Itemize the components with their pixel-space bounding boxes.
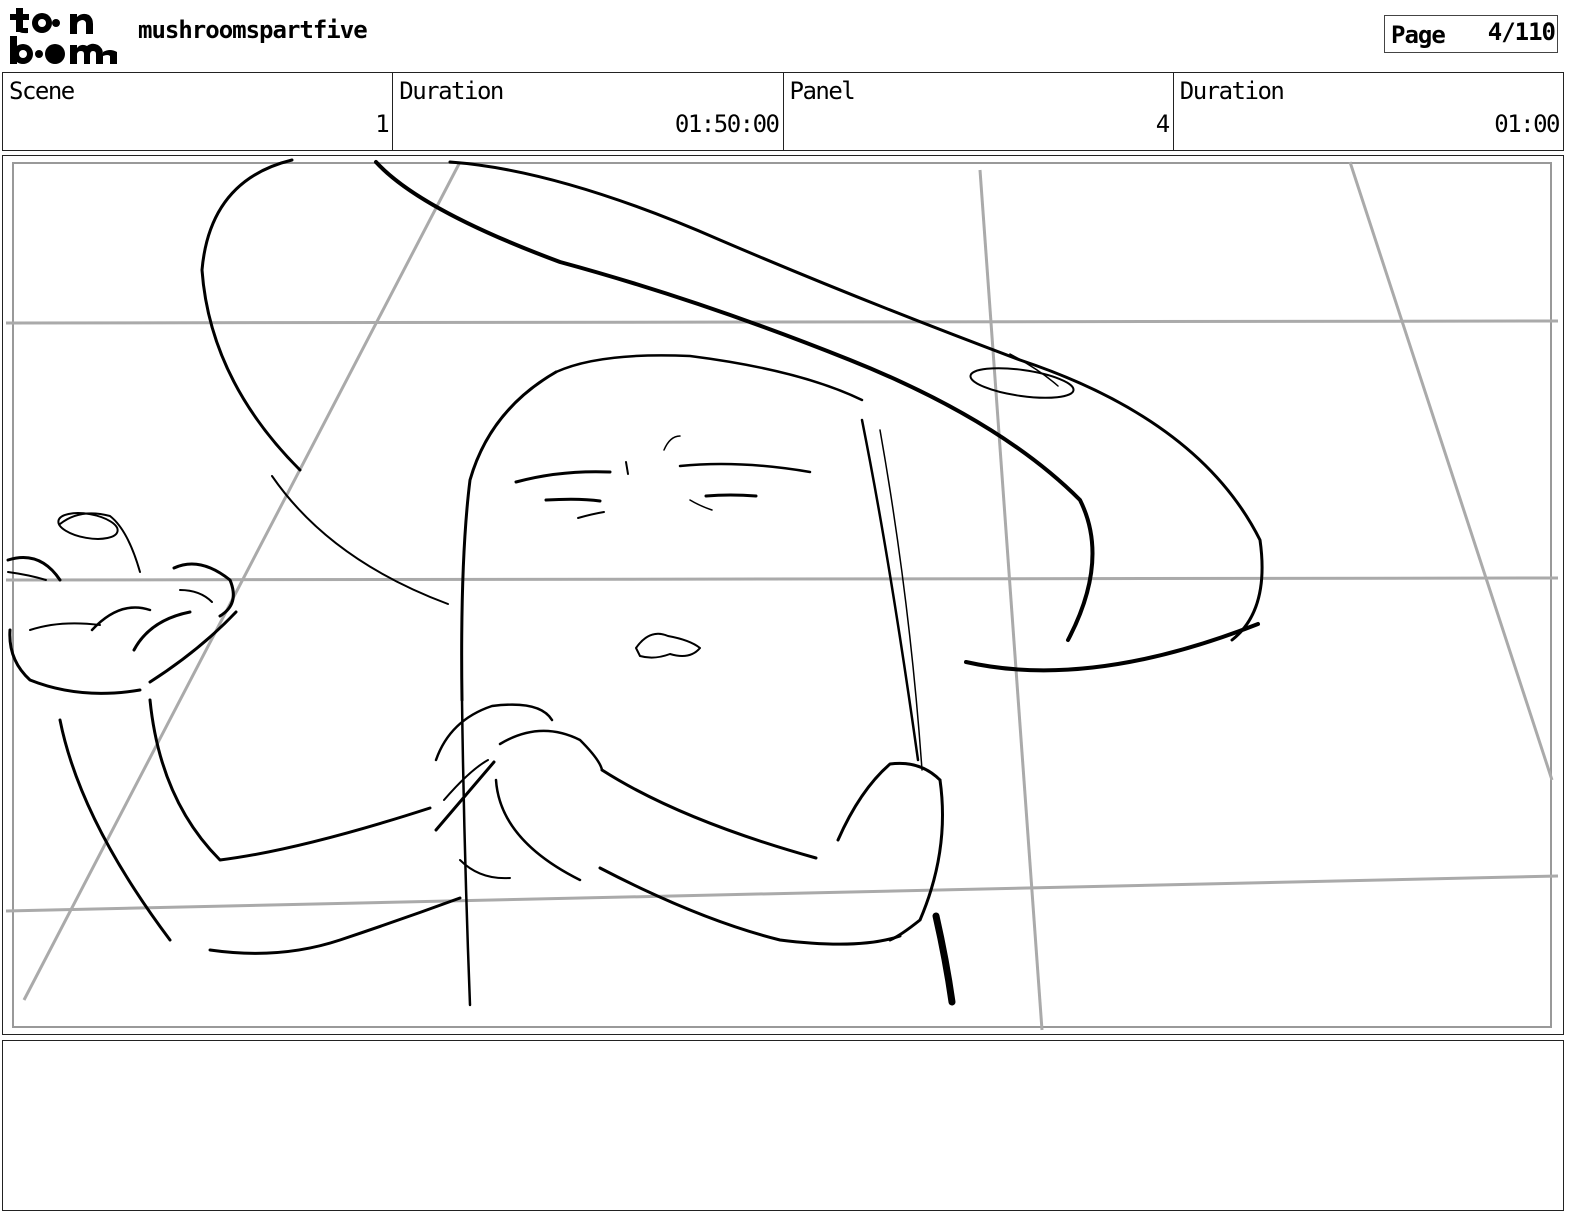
panel-duration-cell: Duration 01:00 — [1174, 73, 1563, 150]
perspective-guides — [5, 161, 1559, 1031]
scene-duration-value: 01:50:00 — [674, 110, 780, 138]
panel-duration-value: 01:00 — [1494, 110, 1560, 138]
scene-value: 1 — [375, 110, 389, 138]
toon-boom-logo — [10, 8, 117, 64]
project-title: mushroomspartfive — [138, 16, 368, 44]
page-counter: Page 4/110 — [1384, 15, 1558, 53]
panel-notes-area — [2, 1040, 1564, 1211]
panel-cell: Panel 4 — [784, 73, 1174, 150]
panel-label: Panel — [789, 77, 856, 105]
scene-duration-cell: Duration 01:50:00 — [393, 73, 784, 150]
page-number: 4/110 — [1487, 18, 1556, 46]
panel-duration-label: Duration — [1179, 77, 1285, 105]
character-sketch — [6, 158, 1264, 1007]
panel-value: 4 — [1155, 110, 1170, 138]
page-label: Page — [1391, 21, 1446, 49]
scene-label: Scene — [9, 77, 75, 105]
panel-info-row: Scene 1 Duration 01:50:00 Panel 4 Durati… — [2, 72, 1564, 151]
scene-duration-label: Duration — [399, 77, 504, 105]
scene-cell: Scene 1 — [3, 73, 394, 150]
storyboard-sketch — [5, 158, 1559, 1031]
